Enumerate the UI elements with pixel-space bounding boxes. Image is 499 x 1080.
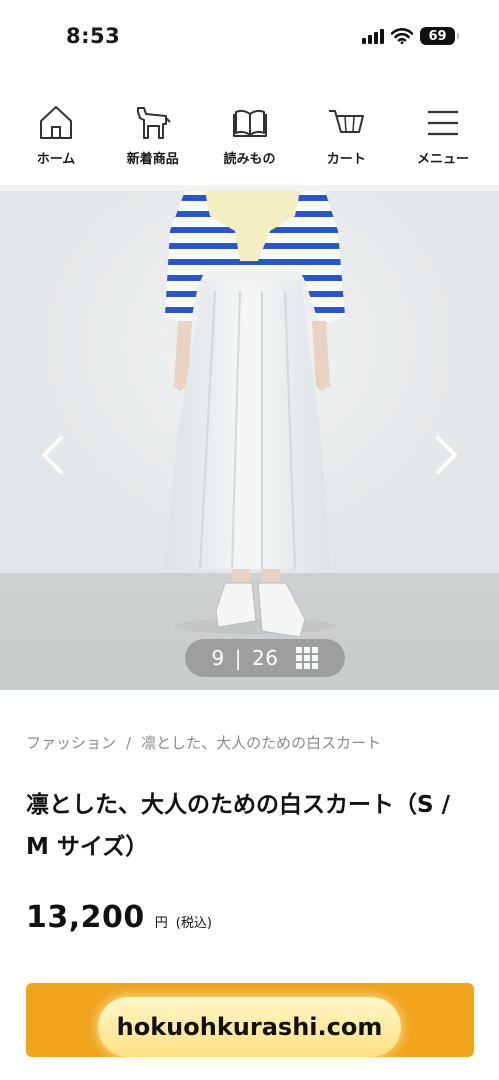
price-currency: 円 xyxy=(154,916,168,931)
product-photo xyxy=(165,191,345,638)
nav-cart[interactable]: カート xyxy=(306,88,386,184)
previous-image-button[interactable] xyxy=(32,431,72,479)
battery-icon: 69 xyxy=(420,27,459,45)
nav-articles[interactable]: 読みもの xyxy=(210,88,290,184)
status-bar: 8:53 69 xyxy=(0,0,499,76)
horse-icon xyxy=(136,107,171,139)
image-counter[interactable]: 9 | 26 xyxy=(185,639,345,677)
book-icon xyxy=(232,109,267,137)
wifi-icon xyxy=(391,28,413,44)
breadcrumb-separator: / xyxy=(126,734,132,752)
nav-menu-label: メニュー xyxy=(416,152,469,167)
status-time: 8:53 xyxy=(66,24,121,48)
breadcrumb: ファッション / 凛とした、大人のための白スカート xyxy=(26,732,381,753)
battery-level: 69 xyxy=(428,28,447,44)
menu-icon xyxy=(428,110,458,136)
status-icons: 69 xyxy=(362,27,459,45)
breadcrumb-current: 凛とした、大人のための白スカート xyxy=(141,734,382,752)
chevron-right-icon xyxy=(436,436,457,474)
nav-cart-label: カート xyxy=(326,152,366,167)
home-icon xyxy=(40,106,72,139)
nav-menu[interactable]: メニュー xyxy=(403,88,483,184)
nav-new-arrivals[interactable]: 新着商品 xyxy=(113,88,193,184)
product-title: 凛とした、大人のための白スカート（S / M サイズ） xyxy=(26,792,450,860)
chevron-left-icon xyxy=(42,436,63,474)
nav-new-arrivals-label: 新着商品 xyxy=(126,152,179,167)
top-nav: ホーム 新着商品 読みもの カート メニュー xyxy=(0,88,499,184)
grid-icon xyxy=(296,647,319,669)
nav-articles-label: 読みもの xyxy=(223,152,276,167)
price-value: 13,200 xyxy=(26,900,145,935)
cart-icon xyxy=(329,110,365,133)
site-watermark: hokuohkurashi.com xyxy=(98,997,401,1057)
product-image-gallery[interactable]: 9 | 26 xyxy=(0,191,499,690)
nav-home[interactable]: ホーム xyxy=(16,88,96,184)
nav-home-label: ホーム xyxy=(36,152,76,167)
next-image-button[interactable] xyxy=(427,431,467,479)
price-tax-note: (税込) xyxy=(175,916,212,931)
product-price: 13,200 円 (税込) xyxy=(26,900,212,935)
image-counter-total: 26 xyxy=(252,646,279,670)
image-counter-separator: | xyxy=(234,646,243,670)
breadcrumb-parent-link[interactable]: ファッション xyxy=(26,734,116,752)
signal-icon xyxy=(362,28,384,44)
image-counter-current: 9 xyxy=(211,646,225,670)
